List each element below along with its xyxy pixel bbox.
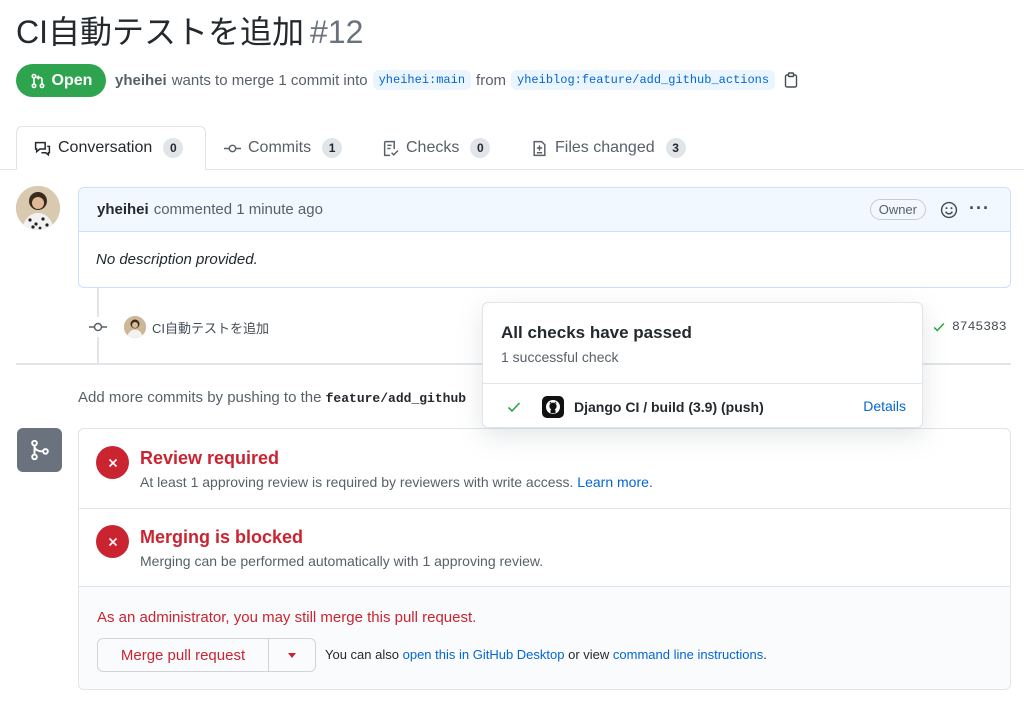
git-merge-icon (17, 428, 62, 472)
command-line-link[interactable]: command line instructions (613, 647, 763, 662)
state-label: Open (51, 71, 93, 89)
tab-counter: 3 (665, 138, 686, 158)
review-required-text: At least 1 approving review is required … (140, 474, 574, 490)
tab-label: Commits (248, 139, 312, 156)
review-required-title: Review required (140, 448, 280, 468)
pr-state-badge: Open (16, 64, 106, 97)
learn-more-link[interactable]: Learn more. (577, 474, 652, 490)
triangle-down-icon (288, 652, 296, 658)
tab-label: Conversation (58, 139, 153, 156)
admin-note: As an administrator, you may still merge… (97, 609, 477, 626)
push-note-text: Add more commits by pushing to the (78, 389, 322, 406)
pr-meta: yheihei wants to merge 1 commit into yhe… (115, 70, 798, 90)
avatar[interactable] (16, 186, 60, 230)
comment-body: No description provided. (96, 251, 258, 268)
or-view-text: or view (568, 647, 610, 662)
check-name: Django CI / build (3.9) (push) (574, 398, 764, 415)
pr-number: #12 (310, 14, 364, 50)
pr-title-text: CI自動テストを追加 (16, 14, 305, 50)
merge-alternatives: You can also open this in GitHub Desktop… (325, 647, 767, 662)
git-pull-request-icon (31, 73, 45, 88)
base-branch[interactable]: yheihei:main (372, 70, 472, 90)
tab-conversation[interactable]: Conversation 0 (16, 126, 206, 170)
merging-blocked-desc: Merging can be performed automatically w… (140, 553, 544, 569)
review-required-desc: At least 1 approving review is required … (140, 474, 653, 490)
review-required-section: Review required At least 1 approving rev… (79, 429, 1010, 509)
checks-subtitle: 1 successful check (501, 349, 619, 365)
push-note: Add more commits by pushing to the featu… (78, 389, 466, 406)
tab-label: Checks (406, 139, 460, 156)
head-branch[interactable]: yheiblog:feature/add_github_actions (511, 70, 776, 90)
check-icon (507, 401, 521, 412)
period: . (763, 647, 767, 662)
merge-text: wants to merge 1 commit into (171, 71, 368, 89)
merge-method-dropdown[interactable] (268, 638, 316, 672)
comment-author[interactable]: yheihei (97, 201, 149, 218)
tab-commits[interactable]: Commits 1 (224, 126, 343, 170)
x-circle-icon (96, 525, 129, 558)
tab-checks[interactable]: Checks 0 (382, 126, 491, 170)
comment-meta[interactable]: commented 1 minute ago (154, 201, 323, 218)
commit-message[interactable]: CI自動テストを追加 (152, 318, 269, 337)
checks-popover: All checks have passed 1 successful chec… (482, 302, 923, 428)
check-icon[interactable] (932, 320, 946, 334)
tab-counter: 1 (322, 138, 343, 158)
from-text: from (476, 71, 507, 89)
merging-blocked-title: Merging is blocked (140, 527, 304, 547)
tab-files-changed[interactable]: Files changed 3 (531, 126, 686, 170)
push-note-branch: feature/add_github (325, 391, 467, 406)
pr-author-link[interactable]: yheihei (115, 72, 167, 89)
tab-counter: 0 (470, 138, 491, 158)
tab-label: Files changed (555, 139, 655, 156)
kebab-horizontal-icon[interactable]: ··· (969, 198, 990, 219)
merging-blocked-section: Merging is blocked Merging can be perfor… (79, 509, 1010, 587)
page-title: CI自動テストを追加 #12 (16, 10, 363, 54)
tab-counter: 0 (163, 138, 184, 158)
github-desktop-link[interactable]: open this in GitHub Desktop (403, 647, 565, 662)
x-circle-icon (96, 446, 129, 479)
avatar-image (16, 186, 60, 230)
checks-title: All checks have passed (501, 323, 692, 342)
comment-header: yheihei commented 1 minute ago Owner ··· (79, 188, 1010, 232)
github-logo-icon (542, 395, 564, 418)
file-diff-icon (533, 140, 546, 156)
smiley-icon[interactable] (940, 201, 958, 219)
also-prefix: You can also (325, 647, 399, 662)
checklist-icon (383, 140, 399, 156)
comment-discussion-icon (34, 141, 51, 156)
merge-box: Review required At least 1 approving rev… (78, 428, 1011, 690)
copy-icon[interactable] (784, 72, 798, 88)
comment-box: yheihei commented 1 minute ago Owner ···… (78, 187, 1011, 288)
git-commit-icon (88, 317, 108, 337)
commit-row: CI自動テストを追加 (88, 314, 269, 340)
git-commit-icon (224, 144, 241, 152)
owner-badge: Owner (869, 199, 926, 220)
commit-author-avatar[interactable] (124, 316, 146, 338)
commit-status: 8745383 (932, 319, 1007, 334)
check-row: Django CI / build (3.9) (push) Details (483, 384, 922, 427)
details-link[interactable]: Details (863, 398, 906, 414)
commit-sha[interactable]: 8745383 (952, 319, 1007, 334)
merge-pull-request-button[interactable]: Merge pull request (97, 638, 269, 672)
